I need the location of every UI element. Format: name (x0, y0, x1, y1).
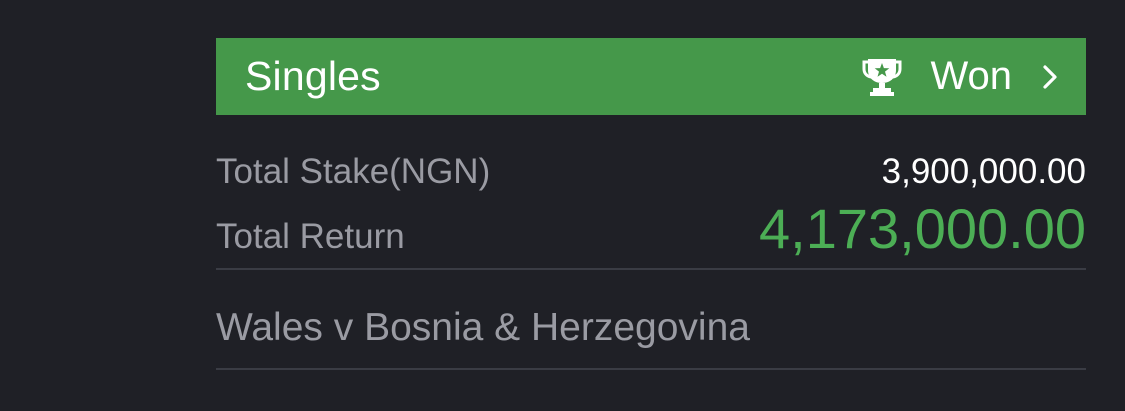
status-label: Won (930, 54, 1012, 98)
total-return-row: Total Return 4,173,000.00 (216, 200, 1086, 258)
chevron-right-icon[interactable] (1042, 64, 1058, 90)
divider (216, 268, 1086, 270)
total-return-value: 4,173,000.00 (759, 197, 1086, 260)
total-stake-row: Total Stake(NGN) 3,900,000.00 (216, 152, 1086, 194)
total-stake-label: Total Stake(NGN) (216, 152, 491, 191)
bet-status[interactable]: Won (861, 54, 1058, 99)
total-return-label: Total Return (216, 217, 405, 256)
bet-header[interactable]: Singles Won (216, 38, 1086, 115)
trophy-icon (861, 56, 903, 98)
bet-type-title: Singles (245, 53, 381, 99)
bet-card: Singles Won Total Stake(NGN) 3,900,000.0… (216, 38, 1086, 370)
divider (216, 368, 1086, 370)
total-stake-value: 3,900,000.00 (881, 152, 1086, 191)
match-name[interactable]: Wales v Bosnia & Herzegovina (216, 306, 1086, 368)
